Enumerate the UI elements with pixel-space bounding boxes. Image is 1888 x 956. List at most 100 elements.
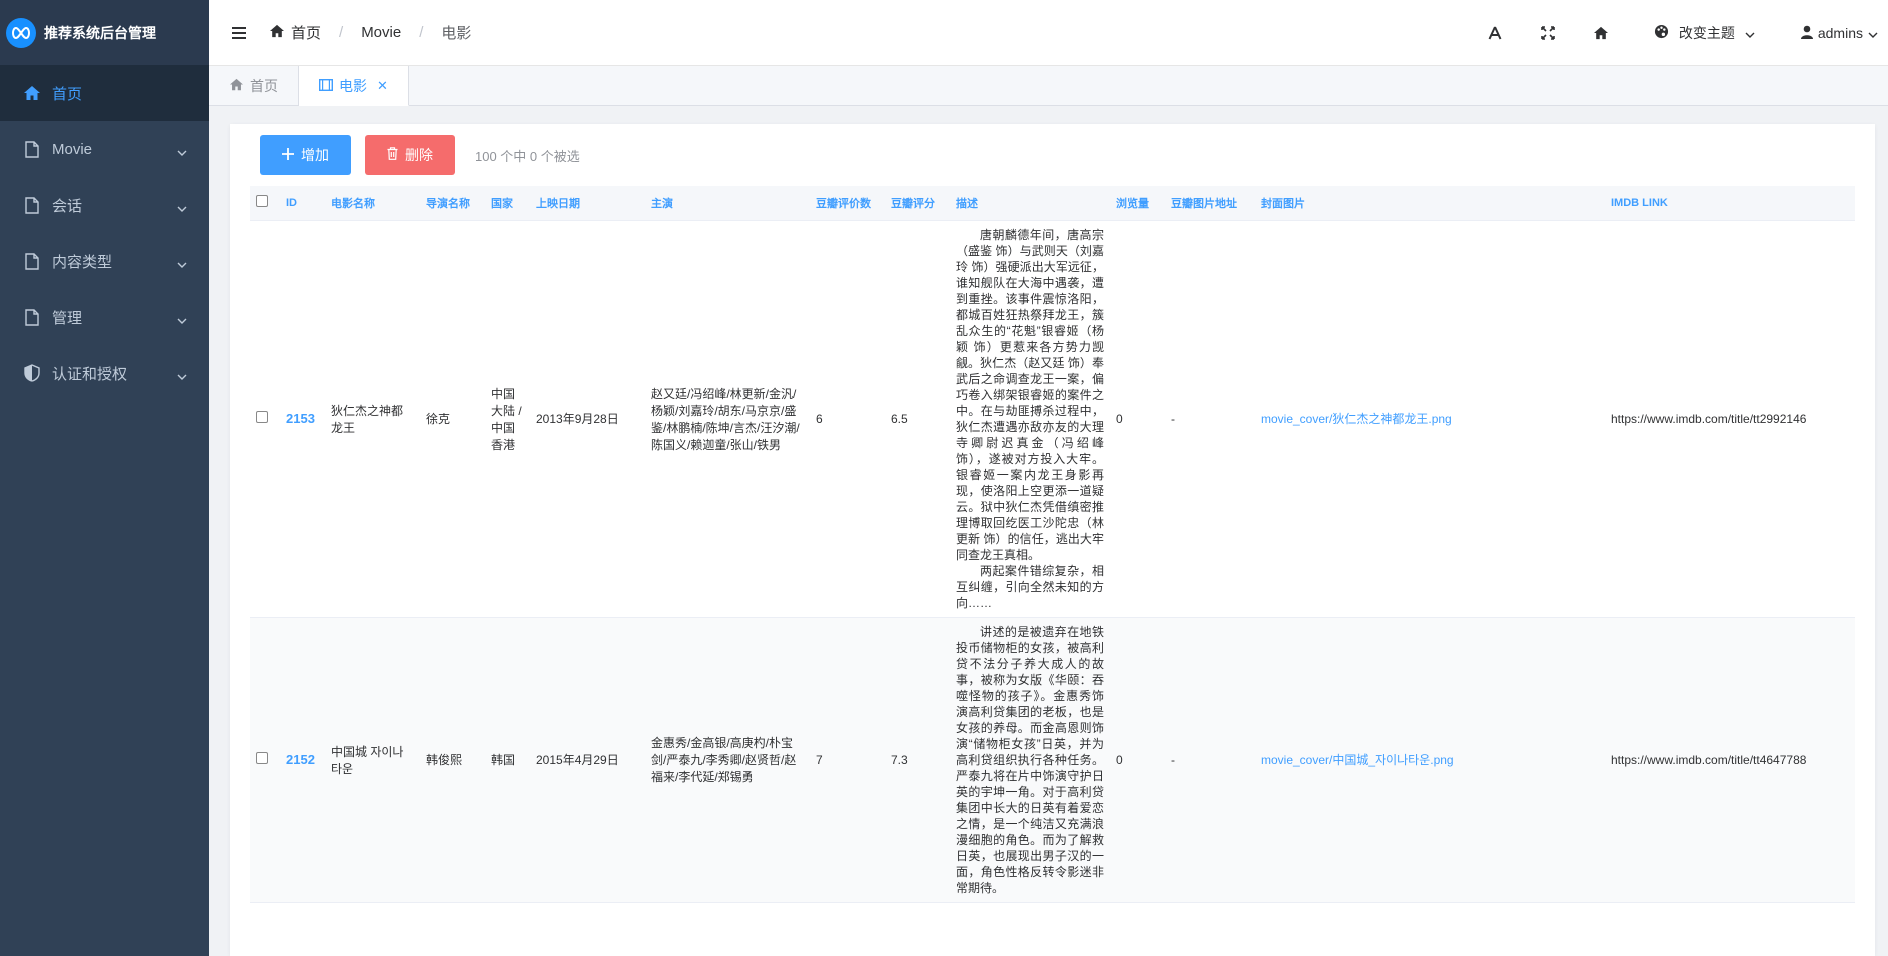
breadcrumb-separator: /: [339, 24, 344, 41]
col-header[interactable]: 国家: [485, 186, 530, 221]
sidebar-item-session[interactable]: 会话: [0, 177, 209, 233]
cell-image-address: -: [1165, 617, 1255, 903]
cell-director: 韩俊熙: [420, 617, 485, 903]
cell-actors: 赵又廷/冯绍峰/林更新/金汎/杨颖/刘嘉玲/胡东/马京京/盛鉴/林鹏楠/陈坤/言…: [645, 220, 810, 618]
description-paragraph: 讲述的是被遗弃在地铁投币储物柜的女孩，被高利贷不法分子养大成人的故事，被称为女版…: [956, 624, 1104, 895]
user-icon: [1800, 25, 1813, 42]
palette-icon: [1654, 24, 1669, 42]
description-paragraph: 唐朝麟德年间，唐高宗（盛鉴 饰）与武则天（刘嘉玲 饰）强硬派出大军远征，谁知舰队…: [956, 227, 1104, 562]
cell-rating-count: 7: [810, 617, 885, 903]
delete-button[interactable]: 删除: [365, 135, 455, 175]
sidebar-item-label: 管理: [52, 309, 83, 327]
tab-home[interactable]: 首页: [209, 66, 299, 106]
col-header[interactable]: 导演名称: [420, 186, 485, 221]
description-paragraph: 两起案件错综复杂，相互纠缠，引向全然未知的方向……: [956, 563, 1104, 610]
sidebar-item-content-type[interactable]: 内容类型: [0, 233, 209, 289]
trash-icon: [387, 147, 398, 163]
id-link[interactable]: 2152: [286, 752, 315, 767]
sidebar-item-admin[interactable]: 管理: [0, 289, 209, 345]
id-link[interactable]: 2153: [286, 411, 315, 426]
cell-actors: 金惠秀/金高银/高庚杓/朴宝剑/严泰九/李秀卿/赵贤哲/赵福来/李代延/郑锡勇: [645, 617, 810, 903]
sidebar-item-movie[interactable]: Movie: [0, 121, 209, 177]
document-icon: [22, 307, 42, 327]
col-header[interactable]: 主演: [645, 186, 810, 221]
movie-table: ID 电影名称 导演名称 国家 上映日期 主演 豆瓣评价数 豆瓣评分 描述 浏览…: [250, 186, 1855, 903]
col-header[interactable]: 豆瓣图片地址: [1165, 186, 1255, 221]
breadcrumb-movie[interactable]: Movie: [361, 24, 401, 41]
chevron-down-icon: [1868, 25, 1878, 41]
cell-date: 2015年4月29日: [530, 617, 645, 903]
cell-image-address: -: [1165, 220, 1255, 618]
home-icon[interactable]: [1575, 0, 1628, 66]
col-header[interactable]: 上映日期: [530, 186, 645, 221]
col-header[interactable]: 豆瓣评价数: [810, 186, 885, 221]
cover-link[interactable]: movie_cover/狄仁杰之神都龙王.png: [1261, 412, 1452, 426]
font-size-icon[interactable]: [1469, 0, 1522, 66]
change-theme-dropdown[interactable]: 改变主题: [1628, 23, 1777, 43]
cell-id[interactable]: 2153: [280, 220, 325, 618]
cell-description: 唐朝麟德年间，唐高宗（盛鉴 饰）与武则天（刘嘉玲 饰）强硬派出大军远征，谁知舰队…: [950, 220, 1110, 618]
cell-cover[interactable]: movie_cover/狄仁杰之神都龙王.png: [1255, 220, 1605, 618]
cell-country: 韩国: [485, 617, 530, 903]
col-header[interactable]: ID: [280, 186, 325, 221]
add-button[interactable]: 增加: [260, 135, 351, 175]
col-header[interactable]: 封面图片: [1255, 186, 1605, 221]
chevron-down-icon: [177, 311, 187, 328]
col-header[interactable]: 电影名称: [325, 186, 420, 221]
cover-link[interactable]: movie_cover/中国城_자이나타운.png: [1261, 753, 1454, 767]
top-header: 首页 / Movie / 电影 改变主题 admins: [209, 0, 1888, 66]
cell-id[interactable]: 2152: [280, 617, 325, 903]
document-icon: [22, 139, 42, 159]
col-header[interactable]: 豆瓣评分: [885, 186, 950, 221]
chevron-down-icon: [177, 143, 187, 160]
table-row[interactable]: 2152 中国城 자이나타운 韩俊熙 韩国 2015年4月29日 金惠秀/金高银…: [250, 617, 1855, 903]
cell-name: 中国城 자이나타운: [325, 617, 420, 903]
fullscreen-icon[interactable]: [1522, 0, 1575, 66]
shield-icon: [22, 363, 42, 383]
cell-name: 狄仁杰之神都龙王: [325, 220, 420, 618]
col-header[interactable]: 浏览量: [1110, 186, 1165, 221]
plus-icon: [282, 147, 294, 163]
infinity-logo-icon: [6, 17, 36, 48]
cell-rating-count: 6: [810, 220, 885, 618]
col-header[interactable]: IMDB LINK: [1605, 186, 1855, 221]
chevron-down-icon: [177, 367, 187, 384]
cell-rating: 6.5: [885, 220, 950, 618]
sidebar-item-auth[interactable]: 认证和授权: [0, 345, 209, 401]
sidebar-item-label: 会话: [52, 197, 83, 215]
content-card: 增加 删除 100 个中 0 个被选 ID 电影名称 导演名称 国家 上映日期 …: [230, 124, 1875, 956]
breadcrumb-home[interactable]: 首页: [269, 22, 321, 43]
toolbar: 增加 删除 100 个中 0 个被选: [260, 135, 580, 175]
selection-count: 100 个中 0 个被选: [475, 148, 580, 164]
sidebar: 推荐系统后台管理 首页 Movie 会话 内容类型 管理 认证和授权: [0, 0, 209, 956]
breadcrumb-current: 电影: [441, 25, 472, 42]
brand[interactable]: 推荐系统后台管理: [0, 0, 209, 65]
row-checkbox[interactable]: [250, 617, 280, 903]
cell-director: 徐克: [420, 220, 485, 618]
hamburger-menu-icon[interactable]: [209, 26, 269, 39]
select-all-checkbox[interactable]: [250, 186, 280, 221]
cell-country: 中国大陆 / 中国香港: [485, 220, 530, 618]
sidebar-item-label: 认证和授权: [52, 365, 128, 383]
sidebar-item-home[interactable]: 首页: [0, 65, 209, 121]
table-row[interactable]: 2153 狄仁杰之神都龙王 徐克 中国大陆 / 中国香港 2013年9月28日 …: [250, 220, 1855, 618]
table-header-row: ID 电影名称 导演名称 国家 上映日期 主演 豆瓣评价数 豆瓣评分 描述 浏览…: [250, 186, 1855, 221]
home-icon: [269, 24, 285, 42]
tab-movie[interactable]: 电影 ✕: [299, 66, 409, 106]
row-checkbox[interactable]: [250, 220, 280, 618]
document-icon: [22, 251, 42, 271]
chevron-down-icon: [177, 199, 187, 216]
header-actions: 改变主题 admins: [1469, 0, 1888, 66]
document-icon: [22, 195, 42, 215]
col-header[interactable]: 描述: [950, 186, 1110, 221]
close-icon[interactable]: ✕: [377, 78, 388, 94]
cell-views: 0: [1110, 617, 1165, 903]
cell-cover[interactable]: movie_cover/中国城_자이나타운.png: [1255, 617, 1605, 903]
chevron-down-icon: [1745, 25, 1755, 41]
sidebar-item-label: Movie: [52, 140, 93, 158]
home-icon: [22, 83, 42, 103]
breadcrumb-separator: /: [419, 24, 424, 41]
breadcrumb: 首页 / Movie / 电影: [269, 22, 471, 43]
user-dropdown[interactable]: admins: [1777, 25, 1888, 42]
sidebar-item-label: 首页: [52, 85, 83, 103]
